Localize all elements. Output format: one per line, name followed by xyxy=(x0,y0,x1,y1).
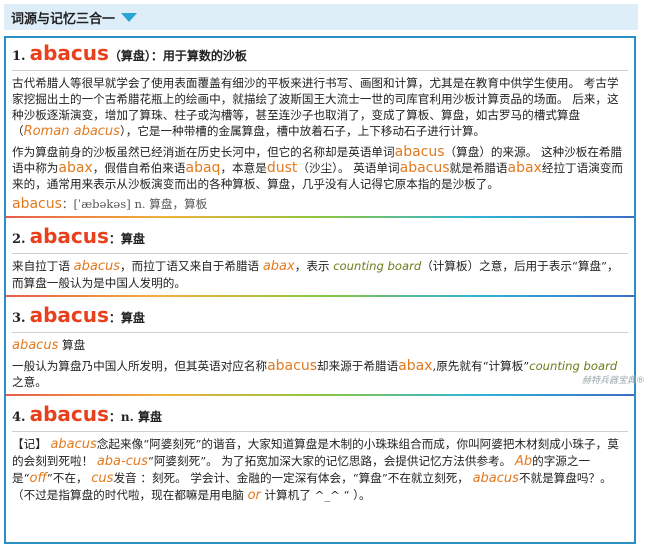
section-number: 4. xyxy=(12,410,26,425)
section-subtitle: ：算盘 xyxy=(108,311,145,325)
etymology-section-4: 4. abacus ：n. 算盘 【记】 abacus念起来像“阿婆刻死”的谐音… xyxy=(6,399,634,504)
section-subtitle: ：n. 算盘 xyxy=(108,410,162,424)
divider xyxy=(12,70,628,71)
watermark: 赫特兵器宝典® xyxy=(581,376,645,386)
section-subtitle: （算盘）：用于算数的沙板 xyxy=(108,49,247,63)
divider xyxy=(6,394,634,396)
header-title: 词源与记忆三合一 xyxy=(11,11,116,27)
divider xyxy=(6,216,634,218)
paragraph: 一般认为算盘乃中国人所发明，但其英语对应名称abacus却来源于希腊语abax,… xyxy=(12,358,618,389)
paragraph: 作为算盘前身的沙板虽然已经消逝在历史长河中，但它的名称却是英语单词abacus（… xyxy=(12,144,624,191)
section-number: 1. xyxy=(12,49,26,64)
section-number: 2. xyxy=(12,232,26,247)
content-frame: 1. abacus （算盘）：用于算数的沙板 古代希腊人等很早就学会了使用表面覆… xyxy=(4,36,636,544)
divider xyxy=(12,431,628,432)
headword: abacus xyxy=(29,41,109,65)
paragraph: 来自拉丁语 abacus，而拉丁语又来自于希腊语 abax，表示 countin… xyxy=(12,259,619,290)
divider xyxy=(12,332,628,333)
etymology-section-3: 3. abacus ：算盘 abacus 算盘 一般认为算盘乃中国人所发明，但其… xyxy=(6,300,634,390)
caret-down-icon[interactable] xyxy=(121,12,138,22)
section-heading: 2. abacus ：算盘 xyxy=(12,221,628,251)
pronunciation: abacus：[ˈæbəkəs] n. 算盘，算板 xyxy=(12,196,208,212)
headword: abacus xyxy=(29,224,109,248)
headword: abacus xyxy=(29,303,109,327)
section-header: 词源与记忆三合一 xyxy=(4,4,638,30)
divider xyxy=(6,295,634,297)
section-heading: 4. abacus ：n. 算盘 xyxy=(12,399,628,429)
paragraph: 【记】 abacus念起来像“阿婆刻死”的谐音，大家知道算盘是木制的小珠珠组合而… xyxy=(12,437,619,503)
divider xyxy=(12,253,628,254)
paragraph: 古代希腊人等很早就学会了使用表面覆盖有细沙的平板来进行书写、画图和计算，尤其是在… xyxy=(12,76,619,139)
section-heading: 3. abacus ：算盘 xyxy=(12,300,628,330)
headword: abacus xyxy=(29,402,109,426)
section-subtitle: ：算盘 xyxy=(108,232,145,246)
etymology-section-1: 1. abacus （算盘）：用于算数的沙板 古代希腊人等很早就学会了使用表面覆… xyxy=(6,38,634,212)
etymology-section-2: 2. abacus ：算盘 来自拉丁语 abacus，而拉丁语又来自于希腊语 a… xyxy=(6,221,634,291)
definition-line: abacus 算盘 xyxy=(12,338,86,353)
section-number: 3. xyxy=(12,311,26,326)
section-heading: 1. abacus （算盘）：用于算数的沙板 xyxy=(12,38,628,68)
